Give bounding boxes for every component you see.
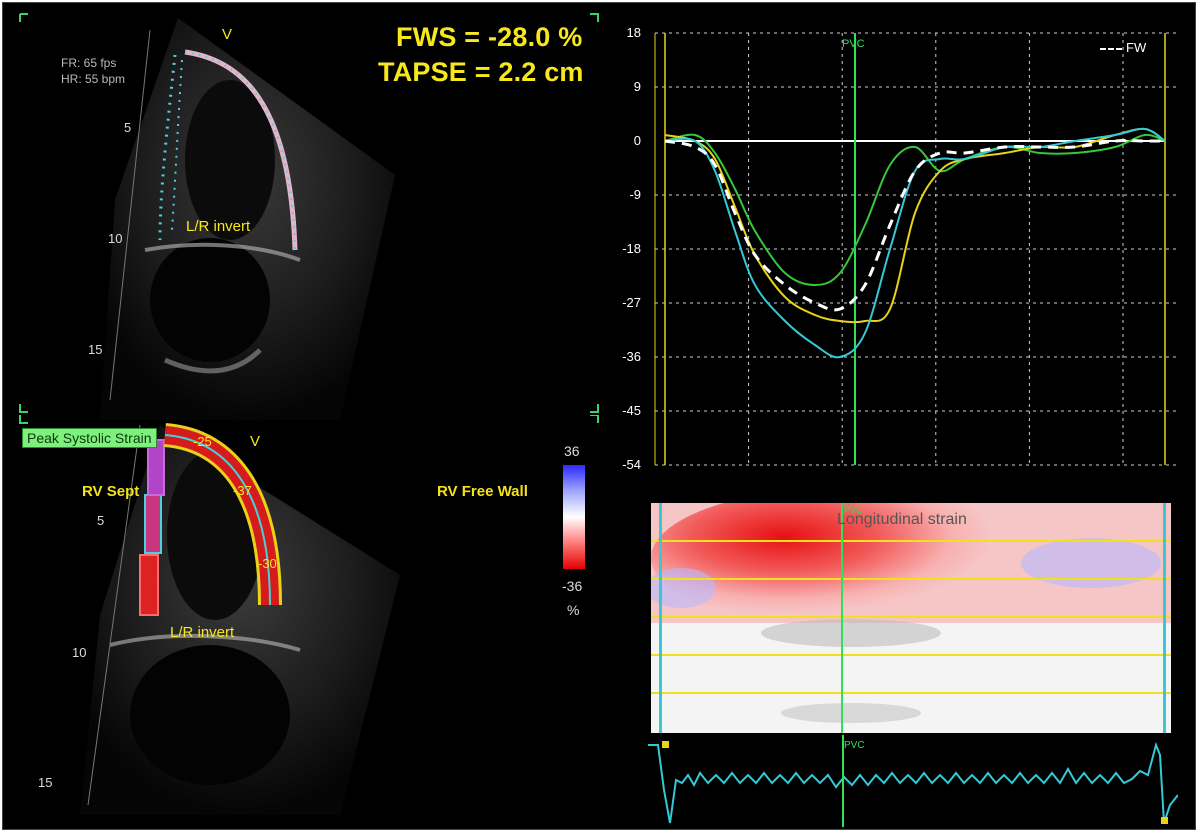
fws-measurement: FWS = -28.0 % (396, 22, 583, 52)
orientation-label: L/R invert (170, 624, 235, 641)
color-scale-min: -36 (562, 578, 583, 594)
ecg-waveform (648, 741, 1178, 824)
chamber-cavity (150, 238, 270, 362)
corner-bracket (590, 415, 599, 423)
corner-bracket (590, 404, 599, 413)
strain-chart (654, 32, 1180, 466)
pvc-marker-label: PVC (844, 740, 865, 751)
apex-label: V (250, 433, 261, 450)
fw-mean-curve (664, 139, 1165, 312)
corner-bracket (19, 415, 28, 424)
map-gray-region (761, 619, 941, 647)
color-scale-max: 36 (564, 443, 580, 459)
chamber-cavity (130, 645, 290, 785)
corner-bracket (590, 13, 599, 22)
legend-label: FW (1126, 40, 1147, 55)
color-scale-bar (563, 465, 585, 569)
apex-label: V (222, 26, 233, 43)
depth-mark: 5 (124, 120, 132, 135)
cyan-strain-curve (664, 127, 1166, 359)
legend-line-icon (1100, 47, 1122, 50)
pvc-marker-label: PVC (842, 38, 865, 50)
legend-entry: FW (1100, 40, 1146, 55)
depth-mark: 10 (72, 645, 87, 660)
segment-value: -37 (233, 483, 252, 498)
peak-systolic-strain-label: Peak Systolic Strain (22, 428, 157, 448)
corner-bracket (19, 13, 28, 22)
y-tick-label: 18 (626, 25, 641, 40)
depth-mark: 15 (88, 342, 103, 357)
segment-value: -30 (258, 556, 277, 571)
y-tick-label: -27 (622, 295, 641, 310)
frame-rate-label: FR: 65 fps (61, 56, 117, 70)
color-scale-unit: % (567, 602, 580, 618)
y-tick-label: 9 (633, 79, 641, 94)
rv-free-wall-label: RV Free Wall (437, 483, 528, 500)
y-tick-label: -54 (622, 457, 641, 472)
depth-mark: 15 (38, 775, 53, 790)
map-blue-region (1021, 538, 1161, 588)
green-strain-curve (664, 133, 1166, 287)
ecg-marker (1161, 817, 1168, 824)
segment-value: -25 (193, 434, 212, 449)
strain-color-map (651, 503, 1171, 733)
pvc-marker-label: PVC (844, 505, 863, 515)
heart-rate-label: HR: 55 bpm (61, 72, 126, 86)
y-tick-label: 0 (633, 133, 641, 148)
depth-mark: 10 (108, 231, 123, 246)
y-tick-label: -36 (622, 349, 641, 364)
septal-segment-apical (147, 439, 165, 496)
map-left-marker (659, 503, 662, 733)
y-tick-label: -45 (622, 403, 641, 418)
corner-bracket (19, 404, 28, 413)
y-tick-label: -18 (622, 241, 641, 256)
echo-strain-figure: FR: 65 fps HR: 55 bpm V L/R invert 5 10 … (0, 0, 1200, 834)
y-tick-label: -9 (629, 187, 641, 202)
rv-septal-label: RV Sept (82, 483, 140, 500)
map-gray-region (781, 703, 921, 723)
depth-mark: 5 (97, 513, 105, 528)
bottom-echo-image (19, 415, 599, 815)
tapse-measurement: TAPSE = 2.2 cm (378, 57, 584, 87)
septal-segment-basal (139, 554, 159, 616)
ecg-marker (662, 741, 669, 748)
ecg-trace (648, 735, 1178, 827)
map-right-marker (1163, 503, 1166, 733)
orientation-label: L/R invert (186, 218, 251, 235)
septal-segment-mid (144, 494, 162, 554)
